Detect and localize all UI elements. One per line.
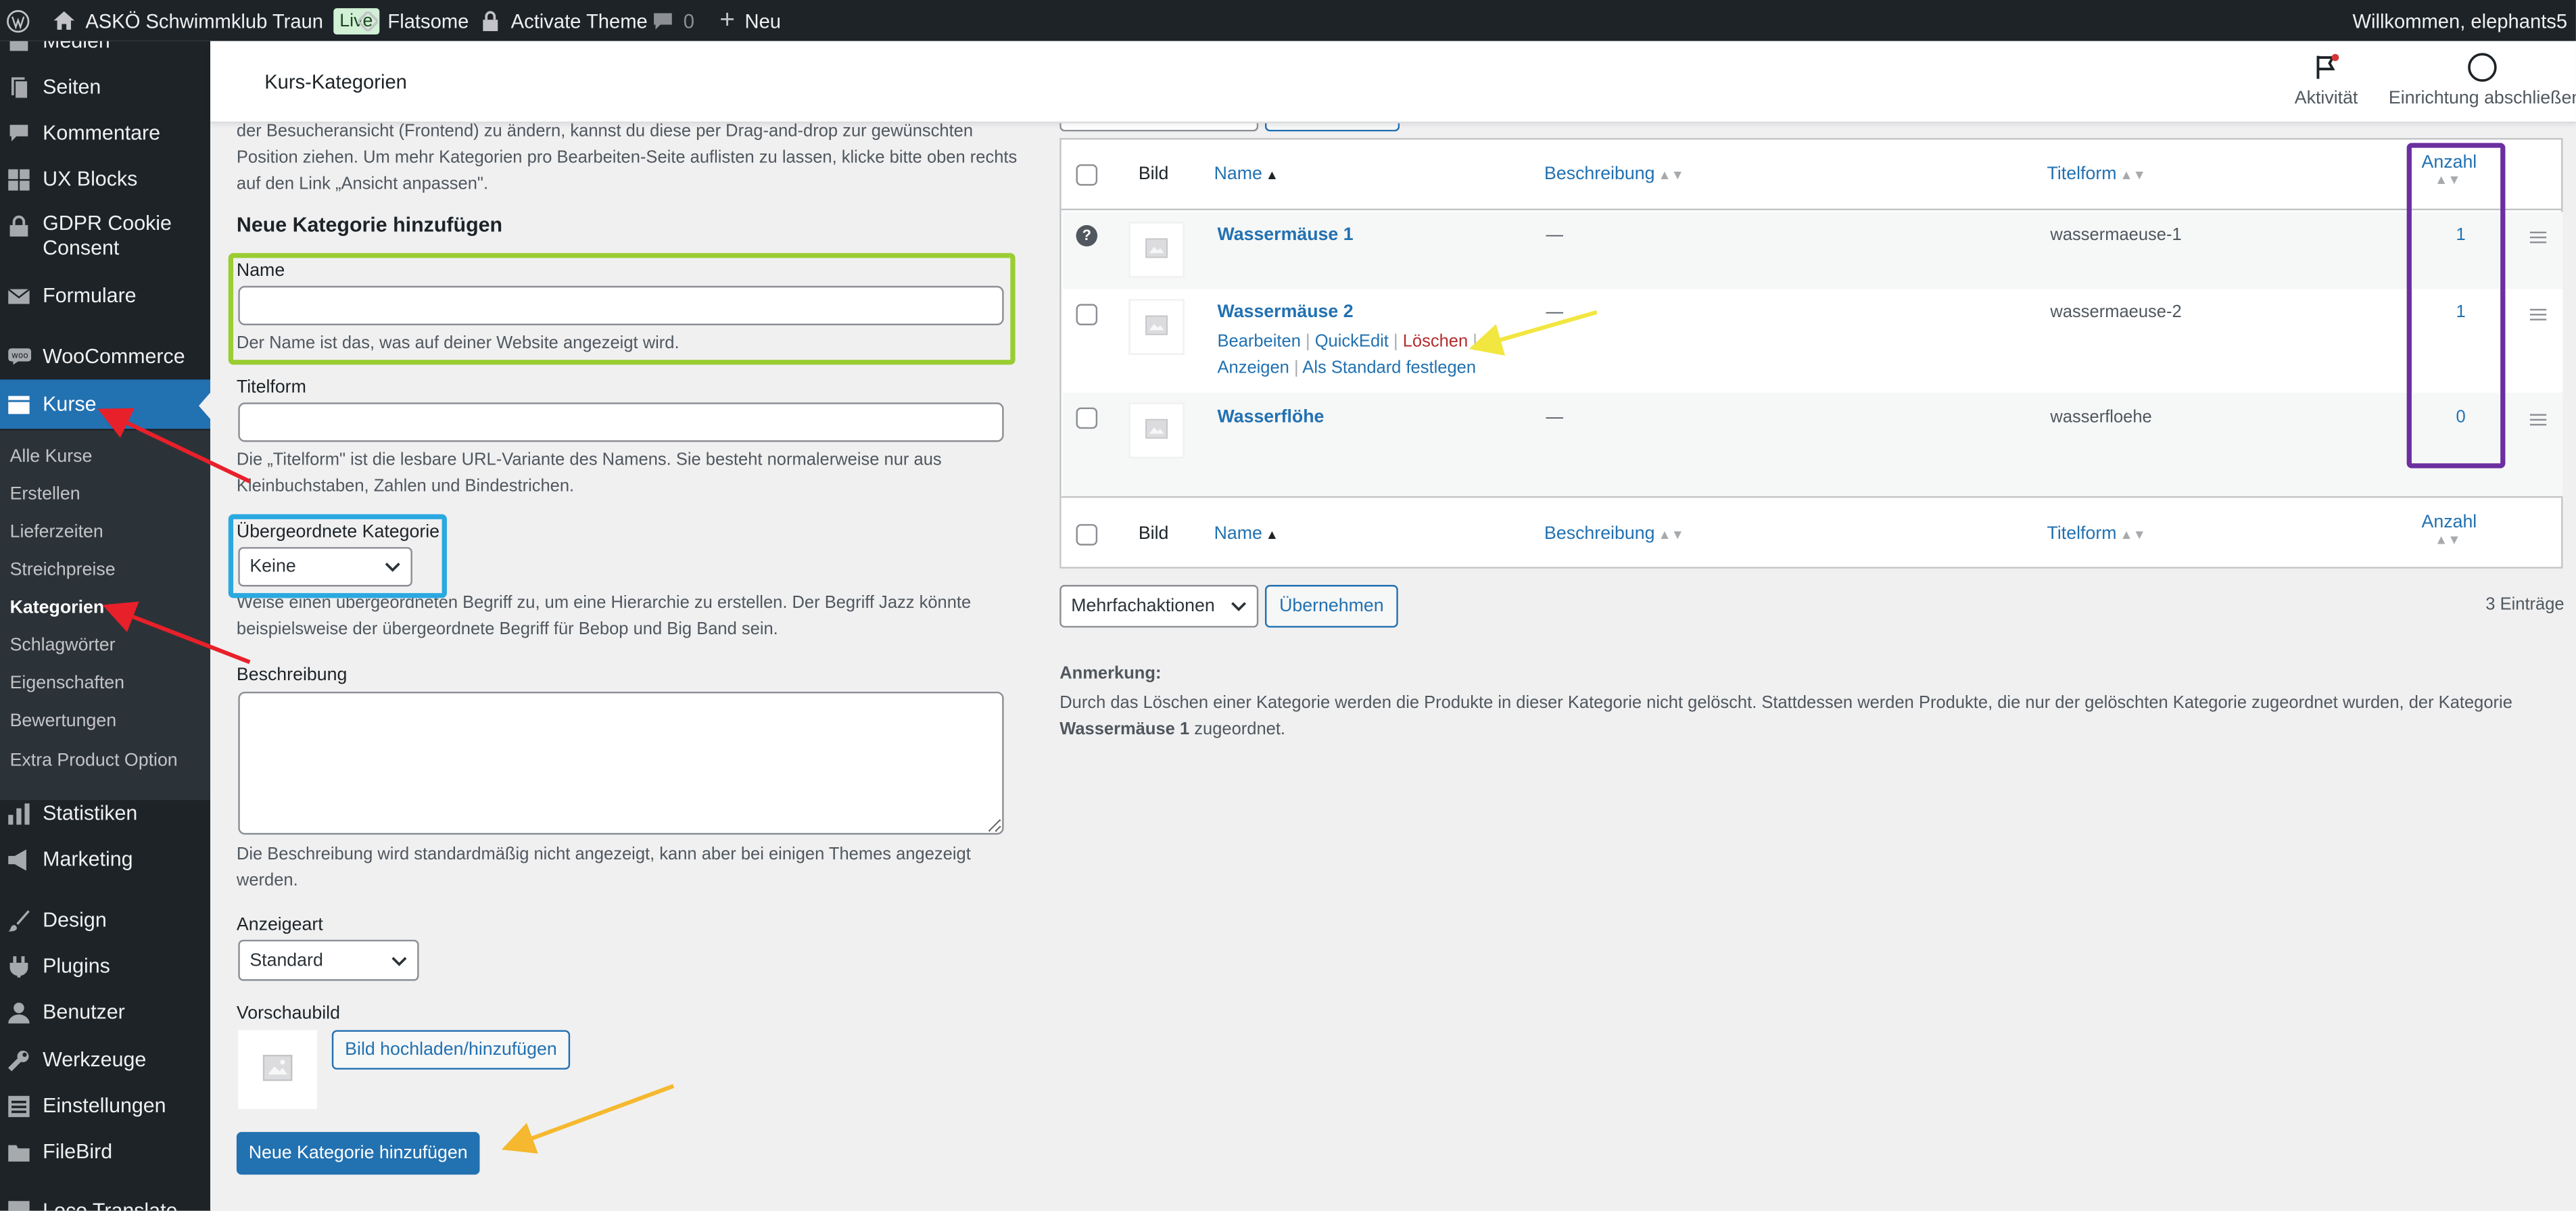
screen: ASKÖ Schwimmklub Traun Live Flatsome Act…	[0, 0, 2576, 1211]
red-arrow-kategorien	[102, 601, 251, 665]
flag-icon	[2312, 53, 2341, 82]
red-arrow-kurse	[97, 408, 251, 483]
setup-button[interactable]: Einrichtung abschließen	[2389, 53, 2576, 108]
activity-button[interactable]: Aktivität	[2283, 53, 2368, 108]
progress-circle-icon	[2468, 53, 2498, 82]
orange-arrow-submit	[501, 1084, 675, 1154]
page-title: Kurs-Kategorien	[264, 70, 407, 94]
woocommerce-header: Kurs-Kategorien Aktivität Einrichtung ab…	[210, 41, 2576, 124]
annotation-arrows	[97, 310, 1598, 1154]
yellow-arrow-delete	[1469, 310, 1598, 356]
